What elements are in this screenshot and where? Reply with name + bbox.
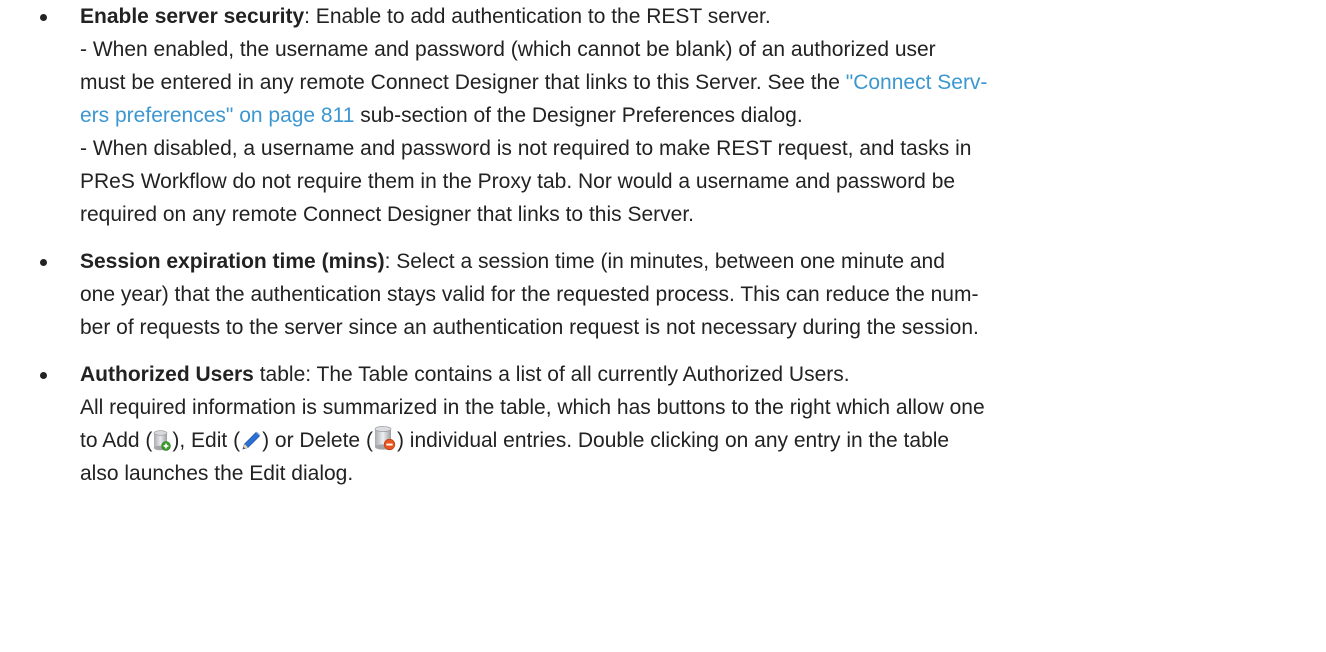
connect-servers-preferences-link-cont[interactable]: ers preferences" on page 811 (80, 104, 354, 127)
bullet-text: ) individual entries. Double clicking on… (396, 429, 950, 452)
bullet-authorized-users: Authorized Users table: The Table contai… (36, 358, 1326, 490)
term-enable-server-security: Enable server security (80, 5, 305, 28)
bullet-line: Enable server security: Enable to add au… (80, 0, 1326, 33)
bullet-text: table: The Table contains a list of all … (253, 363, 850, 386)
bullet-line: also launches the Edit dialog. (80, 462, 354, 485)
bullet-line: to Add (), Edit () or Delete () indiv… (80, 424, 1326, 457)
bullet-text: : Enable to add authentication to the RE… (304, 5, 771, 28)
bullet-line: one year) that the authentication stays … (80, 283, 979, 306)
bullet-line: ers preferences" on page 811 sub-section… (80, 99, 1326, 132)
bullet-line: required on any remote Connect Designer … (80, 203, 694, 226)
term-authorized-users: Authorized Users (80, 363, 254, 386)
bullet-line: ber of requests to the server since an a… (80, 316, 979, 339)
bullet-list: Enable server security: Enable to add au… (36, 0, 1326, 490)
bullet-line: PReS Workflow do not require them in the… (80, 170, 956, 193)
bullet-text: sub-section of the Designer Preferences … (354, 104, 803, 127)
edit-pencil-icon (240, 430, 262, 452)
term-session-expiration: Session expiration time (mins) (80, 250, 385, 273)
bullet-text: : Select a session time (in minutes, bet… (384, 250, 945, 273)
bullet-text: ) or Delete ( (262, 429, 373, 452)
bullet-line: - When disabled, a username and password… (80, 137, 972, 160)
bullet-line: All required information is summarized i… (80, 396, 985, 419)
bullet-text: to Add ( (80, 429, 153, 452)
bullet-line: - When enabled, the username and passwor… (80, 38, 936, 61)
bullet-text: ), Edit ( (172, 429, 241, 452)
bullet-enable-server-security: Enable server security: Enable to add au… (36, 0, 1326, 231)
bullet-session-expiration: Session expiration time (mins): Select a… (36, 245, 1326, 344)
delete-entry-icon (373, 426, 397, 452)
connect-servers-preferences-link[interactable]: "Connect Serv- (846, 71, 988, 94)
bullet-line: Session expiration time (mins): Select a… (80, 245, 1326, 278)
bullet-line: Authorized Users table: The Table contai… (80, 358, 1326, 391)
bullet-text: must be entered in any remote Connect De… (80, 71, 846, 94)
bullet-line: must be entered in any remote Connect De… (80, 66, 1326, 99)
document-body: Enable server security: Enable to add au… (0, 0, 1326, 490)
add-entry-icon (152, 430, 172, 452)
